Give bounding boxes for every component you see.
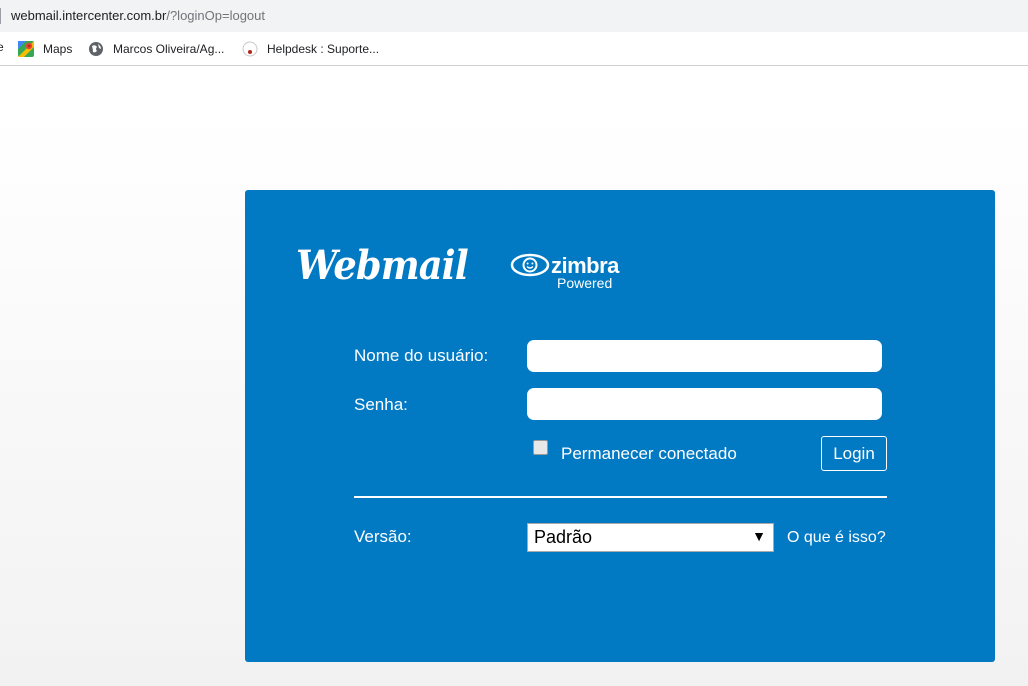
dropdown-arrow-icon: ▼	[752, 528, 766, 544]
version-select[interactable]: Padrão ▼	[527, 523, 774, 552]
what-is-this-link[interactable]: O que é isso?	[787, 529, 886, 547]
zimbra-icon	[510, 253, 550, 277]
url-path: /?loginOp=logout	[166, 8, 266, 23]
zimbra-powered-logo: zimbra Powered	[510, 250, 640, 291]
remember-checkbox[interactable]	[533, 440, 548, 455]
password-label: Senha:	[354, 395, 408, 414]
url-host: webmail.intercenter.com.br	[11, 8, 167, 23]
bookmark-marcos[interactable]: Marcos Oliveira/Ag...	[88, 40, 224, 58]
globe-icon	[88, 41, 104, 57]
version-label: Versão:	[354, 527, 412, 546]
username-field[interactable]	[527, 340, 882, 372]
bookmark-label: Marcos Oliveira/Ag...	[113, 42, 225, 56]
version-selected-value: Padrão	[534, 527, 593, 547]
password-field[interactable]	[527, 388, 882, 420]
helpdesk-icon	[242, 41, 258, 57]
login-button[interactable]: Login	[821, 436, 887, 471]
login-panel: Webmail zimbra Powered Nome do usuário: …	[245, 190, 995, 662]
address-bar[interactable]: webmail.intercenter.com.br/?loginOp=logo…	[0, 0, 1028, 32]
webmail-logo: Webmail	[296, 242, 469, 289]
bookmark-edge-text[interactable]: e	[0, 40, 4, 54]
bookmark-label: Helpdesk : Suporte...	[267, 42, 380, 56]
username-label: Nome do usuário:	[354, 346, 489, 365]
zimbra-tagline: Powered	[557, 275, 613, 291]
url-text[interactable]: webmail.intercenter.com.br/?loginOp=logo…	[11, 8, 265, 23]
bookmark-maps[interactable]: Maps	[18, 40, 72, 58]
bookmark-label: Maps	[43, 42, 73, 56]
remember-label[interactable]: Permanecer conectado	[561, 444, 737, 464]
bookmarks-bar: e Maps Marcos Oliveira/Ag... Helpdesk: …	[0, 32, 1028, 66]
address-bar-edge	[0, 8, 1, 24]
maps-icon	[18, 41, 34, 57]
form-divider	[354, 496, 887, 498]
bookmark-helpdesk[interactable]: Helpdesk : Suporte...	[242, 40, 379, 58]
